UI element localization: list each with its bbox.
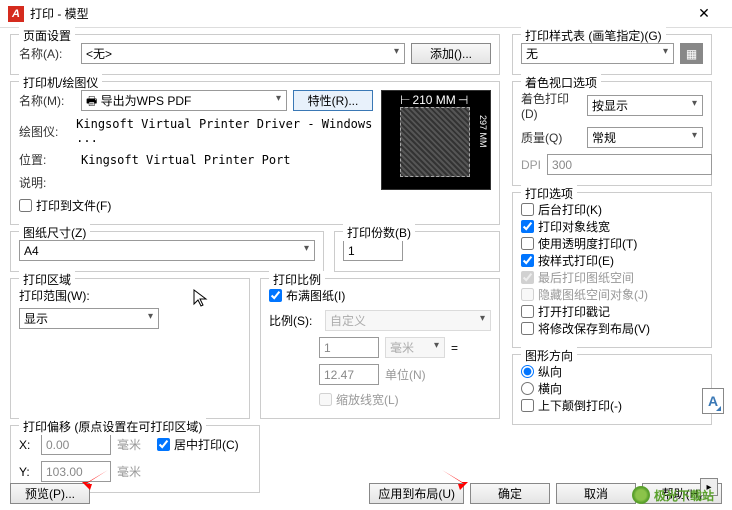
page-name-label: 名称(A): bbox=[19, 45, 75, 62]
copies-input[interactable] bbox=[343, 240, 403, 261]
desc-label: 说明: bbox=[19, 174, 75, 191]
orient-a-icon: A bbox=[702, 388, 724, 414]
copies-title: 打印份数(B) bbox=[343, 224, 415, 241]
style-table-select[interactable]: 无 bbox=[521, 43, 674, 64]
range-select[interactable]: 显示 bbox=[19, 308, 159, 329]
scale-title: 打印比例 bbox=[269, 271, 325, 288]
printer-name-label: 名称(M): bbox=[19, 92, 75, 109]
print-to-file-checkbox[interactable] bbox=[19, 199, 32, 212]
app-logo: A bbox=[8, 6, 24, 22]
style-table-title: 打印样式表 (画笔指定)(G) bbox=[521, 27, 666, 44]
opt-bg[interactable] bbox=[521, 203, 534, 216]
fit-checkbox[interactable] bbox=[269, 289, 282, 302]
opt-hide bbox=[521, 288, 534, 301]
paper-size-title: 图纸尺寸(Z) bbox=[19, 224, 90, 241]
options-title: 打印选项 bbox=[521, 185, 577, 202]
apply-layout-button[interactable]: 应用到布局(U) bbox=[369, 483, 464, 504]
center-checkbox[interactable] bbox=[157, 438, 170, 451]
page-setup-title: 页面设置 bbox=[19, 27, 75, 44]
style-edit-icon[interactable]: ▦ bbox=[680, 43, 703, 64]
paper-preview: ⊢210 MM⊣ 297 MM bbox=[381, 90, 491, 190]
watermark-logo-icon bbox=[632, 486, 650, 504]
orient-landscape[interactable] bbox=[521, 382, 534, 395]
plotter-value: Kingsoft Virtual Printer Driver - Window… bbox=[76, 117, 373, 145]
print-to-file-label: 打印到文件(F) bbox=[36, 197, 111, 214]
scale-unit1: 毫米 bbox=[385, 337, 445, 358]
page-name-select[interactable]: <无> bbox=[81, 43, 405, 64]
opt-last bbox=[521, 271, 534, 284]
opt-save[interactable] bbox=[521, 322, 534, 335]
preview-button[interactable]: 预览(P)... bbox=[10, 483, 90, 504]
offset-y bbox=[41, 461, 111, 482]
properties-button[interactable]: 特性(R)... bbox=[293, 90, 373, 111]
plotter-label: 绘图仪: bbox=[19, 123, 70, 140]
window-title: 打印 - 模型 bbox=[30, 5, 684, 22]
dpi-input bbox=[547, 154, 712, 175]
offset-title: 打印偏移 (原点设置在可打印区域) bbox=[19, 418, 206, 435]
cursor-icon bbox=[193, 289, 209, 307]
printer-title: 打印机/绘图仪 bbox=[19, 74, 102, 91]
opt-style[interactable] bbox=[521, 254, 534, 267]
location-label: 位置: bbox=[19, 151, 75, 168]
watermark: 极光下载站 bbox=[632, 486, 714, 504]
paper-size-select[interactable]: A4 bbox=[19, 240, 315, 261]
opt-lw[interactable] bbox=[521, 220, 534, 233]
ok-button[interactable]: 确定 bbox=[470, 483, 550, 504]
offset-x bbox=[41, 434, 111, 455]
shade-select[interactable]: 按显示 bbox=[587, 95, 703, 116]
scale-num1 bbox=[319, 337, 379, 358]
close-button[interactable]: ✕ bbox=[684, 0, 724, 28]
printer-select[interactable]: 🖶 导出为WPS PDF bbox=[81, 90, 287, 111]
orient-title: 图形方向 bbox=[521, 347, 577, 364]
ratio-label: 比例(S): bbox=[269, 312, 319, 329]
lineweights-checkbox bbox=[319, 393, 332, 406]
add-button[interactable]: 添加()... bbox=[411, 43, 491, 64]
quality-select[interactable]: 常规 bbox=[587, 127, 703, 148]
ratio-select: 自定义 bbox=[325, 310, 491, 331]
orient-upside[interactable] bbox=[521, 399, 534, 412]
orient-portrait[interactable] bbox=[521, 365, 534, 378]
opt-stamp[interactable] bbox=[521, 305, 534, 318]
area-title: 打印区域 bbox=[19, 271, 75, 288]
shaded-title: 着色视口选项 bbox=[521, 74, 601, 91]
scale-num2 bbox=[319, 364, 379, 385]
opt-trans[interactable] bbox=[521, 237, 534, 250]
cancel-button[interactable]: 取消 bbox=[556, 483, 636, 504]
location-value: Kingsoft Virtual Printer Port bbox=[81, 153, 291, 167]
